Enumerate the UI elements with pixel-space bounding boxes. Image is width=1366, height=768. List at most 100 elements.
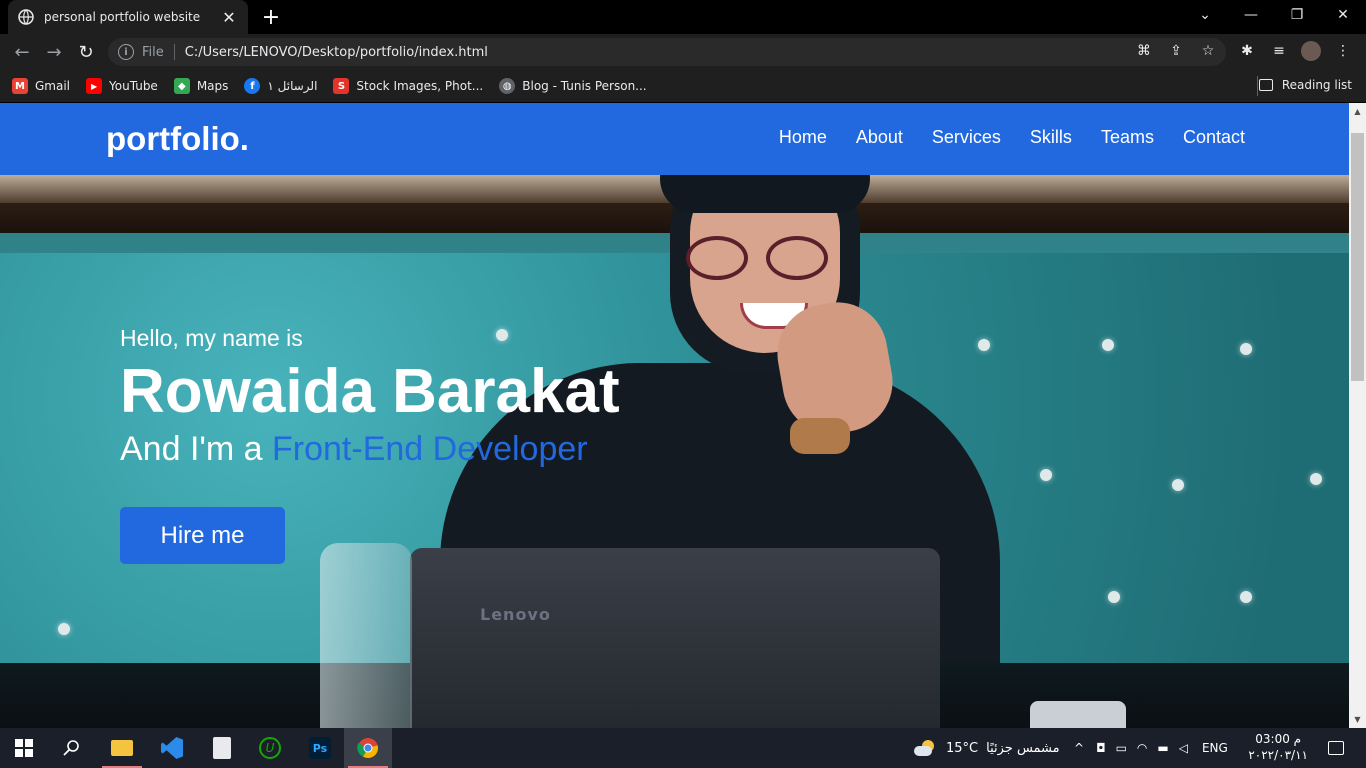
clock-date: ٢٠٢٢/٠٣/١١: [1248, 748, 1308, 762]
media-control-icon[interactable]: ≡: [1268, 40, 1290, 62]
bookmark-youtube[interactable]: ▶ YouTube: [86, 78, 158, 94]
battery-icon[interactable]: ▬: [1157, 741, 1168, 755]
tab-title: personal portfolio website: [44, 10, 201, 24]
couch-button: [1040, 469, 1052, 481]
file-explorer-icon[interactable]: [98, 728, 146, 768]
menu-kebab-icon[interactable]: ⋮: [1332, 40, 1354, 62]
scrollbar-thumb[interactable]: [1351, 133, 1364, 381]
reading-list-icon: [1258, 79, 1273, 91]
hire-me-button[interactable]: Hire me: [120, 507, 285, 564]
laptop: [410, 548, 940, 728]
page-scrollbar[interactable]: ▲ ▼: [1349, 103, 1366, 728]
scroll-up-icon[interactable]: ▲: [1349, 103, 1366, 120]
wifi-icon[interactable]: ◠: [1137, 741, 1147, 755]
url-separator: [173, 44, 175, 60]
bookmark-star-icon[interactable]: ☆: [1197, 40, 1219, 62]
bookmark-label: Gmail: [35, 79, 71, 93]
upwork-icon[interactable]: U: [246, 728, 294, 768]
bookmarks-separator: [1257, 76, 1258, 96]
site-logo[interactable]: portfolio.: [106, 120, 249, 158]
tab-search-icon[interactable]: ⌄: [1182, 0, 1228, 30]
nav-skills[interactable]: Skills: [1030, 127, 1072, 148]
glasses-right: [766, 236, 828, 280]
chrome-icon[interactable]: [344, 728, 392, 768]
address-bar[interactable]: i File C:/Users/LENOVO/Desktop/portfolio…: [108, 38, 1226, 66]
weather-temp: 15°C: [946, 740, 979, 756]
reading-list-button[interactable]: Reading list: [1258, 78, 1352, 92]
meet-now-icon[interactable]: ◘: [1096, 741, 1106, 755]
weather-widget[interactable]: 15°C مشمس جزئيًا: [914, 728, 1060, 768]
back-icon[interactable]: ←: [10, 40, 34, 64]
couch-button: [1240, 591, 1252, 603]
wristwatch: [790, 418, 850, 454]
weather-icon: [914, 740, 936, 756]
windows-taskbar: U Ps 15°C مشمس جزئيًا ^ ◘ ▭ ◠ ▬ ◁ ENG 03…: [0, 728, 1366, 768]
role-prefix: And I'm a: [120, 430, 273, 469]
language-indicator[interactable]: ENG: [1202, 741, 1228, 755]
bookmark-label: Stock Images, Phot...: [356, 79, 484, 93]
nav-teams[interactable]: Teams: [1101, 127, 1154, 148]
bookmark-label: Maps: [196, 79, 229, 93]
nav-about[interactable]: About: [856, 127, 903, 148]
start-icon[interactable]: [0, 728, 48, 768]
display-icon[interactable]: ▭: [1116, 741, 1127, 755]
share-icon[interactable]: ⇪: [1165, 40, 1187, 62]
scroll-down-icon[interactable]: ▼: [1349, 711, 1366, 728]
weather-text: مشمس جزئيًا: [986, 740, 1060, 756]
couch-button: [1310, 473, 1322, 485]
water-bottle: [320, 543, 412, 728]
nav-services[interactable]: Services: [932, 127, 1001, 148]
url-scheme: File: [142, 44, 164, 60]
globe-icon: [18, 9, 34, 25]
profile-avatar[interactable]: [1300, 40, 1322, 62]
bookmark-label: YouTube: [109, 79, 158, 93]
couch-button: [1108, 591, 1120, 603]
restore-icon[interactable]: ❐: [1274, 0, 1320, 30]
url-text[interactable]: C:/Users/LENOVO/Desktop/portfolio/index.…: [185, 45, 488, 60]
browser-tab[interactable]: personal portfolio website ✕: [8, 0, 248, 34]
facebook-icon: f: [244, 78, 261, 94]
vscode-icon[interactable]: [148, 728, 196, 768]
bookmarks-bar: M Gmail ▶ YouTube ◆ Maps f الرسائل ١ S S…: [0, 70, 1366, 103]
browser-toolbar: ← → ↻ i File C:/Users/LENOVO/Desktop/por…: [0, 34, 1366, 70]
reading-list-label: Reading list: [1281, 78, 1352, 92]
close-window-icon[interactable]: ✕: [1320, 0, 1366, 30]
youtube-icon: ▶: [86, 78, 103, 94]
notifications-icon[interactable]: [1312, 728, 1360, 768]
info-icon[interactable]: i: [118, 44, 134, 60]
hero-name: Rowaida Barakat: [120, 357, 620, 426]
extensions-icon[interactable]: ✱: [1236, 40, 1258, 62]
maps-icon: ◆: [173, 78, 190, 94]
translate-icon[interactable]: ⌘: [1133, 40, 1155, 62]
system-tray: ^ ◘ ▭ ◠ ▬ ◁ ENG: [1074, 728, 1228, 768]
gmail-icon: M: [12, 78, 28, 94]
bookmark-gmail[interactable]: M Gmail: [12, 78, 70, 94]
reload-icon[interactable]: ↻: [74, 40, 98, 64]
site-menu: Home About Services Skills Teams Contact: [750, 127, 1245, 148]
couch-button: [1102, 339, 1114, 351]
bookmark-stock-images[interactable]: S Stock Images, Phot...: [333, 78, 483, 94]
couch-button: [1172, 479, 1184, 491]
bookmark-facebook[interactable]: f الرسائل ١: [244, 78, 317, 94]
globe-icon: ◍: [499, 78, 516, 94]
bookmark-blog[interactable]: ◍ Blog - Tunis Person...: [499, 78, 647, 94]
hero-greeting: Hello, my name is: [120, 325, 303, 351]
search-icon[interactable]: [48, 728, 96, 768]
nav-contact[interactable]: Contact: [1183, 127, 1245, 148]
volume-icon[interactable]: ◁: [1179, 741, 1188, 755]
couch-button: [58, 623, 70, 635]
clock-time: 03:00 م: [1255, 732, 1302, 746]
photoshop-icon[interactable]: Ps: [296, 728, 344, 768]
notepad-icon[interactable]: [198, 728, 246, 768]
nav-home[interactable]: Home: [779, 127, 827, 148]
close-tab-icon[interactable]: ✕: [220, 8, 238, 27]
clock[interactable]: 03:00 م ٢٠٢٢/٠٣/١١: [1248, 731, 1308, 763]
bookmark-maps[interactable]: ◆ Maps: [173, 78, 229, 94]
couch-button: [978, 339, 990, 351]
bookmark-label: الرسائل ١: [267, 79, 318, 93]
forward-icon[interactable]: →: [42, 40, 66, 64]
page-viewport: Lenovo Hello, my name is Rowaida Barakat…: [0, 103, 1366, 728]
new-tab-button[interactable]: +: [258, 4, 284, 30]
show-hidden-icons-icon[interactable]: ^: [1074, 741, 1084, 755]
minimize-icon[interactable]: —: [1228, 0, 1274, 30]
